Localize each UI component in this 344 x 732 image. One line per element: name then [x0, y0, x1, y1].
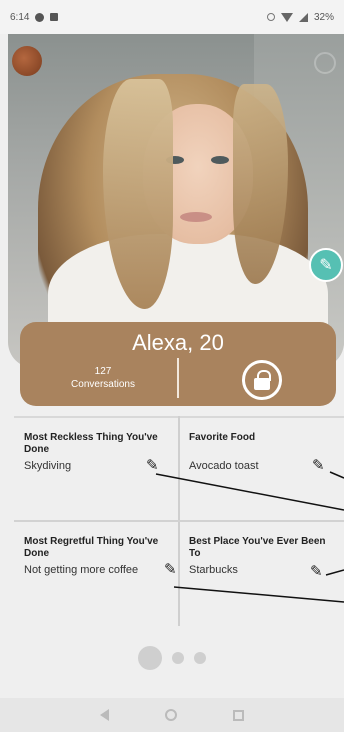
pencil-icon[interactable]: ✎: [312, 456, 325, 474]
lock-icon: [254, 378, 270, 390]
qa-answer: Not getting more coffee: [24, 564, 139, 576]
photo-eye-right: [211, 156, 229, 164]
message-icon: [50, 13, 59, 21]
qa-question: Most Regretful Thing You've Done: [24, 536, 159, 559]
home-icon[interactable]: [165, 709, 177, 721]
pencil-icon[interactable]: ✎: [146, 456, 159, 474]
pencil-icon[interactable]: ✎: [310, 562, 323, 580]
status-bar: 6:14 32%: [0, 0, 344, 34]
conversations-count: 127: [94, 366, 112, 377]
edit-photo-icon: ✎: [319, 257, 333, 274]
qa-item-regretful[interactable]: Most Regretful Thing You've Done Not get…: [24, 536, 174, 576]
battery-level: 32%: [313, 11, 334, 23]
pencil-icon[interactable]: ✎: [164, 560, 177, 578]
page-dot[interactable]: [172, 652, 184, 664]
qa-question: Favorite Food: [189, 432, 256, 443]
signal-icon: [298, 12, 308, 22]
alarm-icon: [266, 13, 275, 21]
grid-divider-horizontal: [14, 520, 344, 522]
recent-apps-icon[interactable]: [233, 709, 244, 721]
qa-question: Most Reckless Thing You've Done: [24, 432, 158, 455]
profile-name: Alexa, 20: [132, 330, 224, 355]
logo-badge-icon[interactable]: [12, 46, 42, 76]
wifi-icon: [280, 12, 293, 22]
conversations-label: Conversations: [71, 379, 135, 390]
qa-grid: Most Reckless Thing You've Done Skydivin…: [14, 416, 344, 626]
profile-card: Alexa, 20 127 Conversations: [20, 322, 336, 406]
settings-icon[interactable]: [314, 52, 336, 74]
page-dot-active[interactable]: [138, 646, 162, 670]
qa-question: Best Place You've Ever Been To: [189, 536, 326, 559]
edit-photo-button[interactable]: ✎: [309, 248, 343, 282]
profile-photo[interactable]: [8, 34, 344, 368]
card-divider: [177, 358, 179, 398]
photo-lips: [180, 212, 212, 222]
page-indicator: [0, 646, 344, 670]
page-dot[interactable]: [194, 652, 206, 664]
system-nav-bar: [0, 698, 344, 732]
status-time: 6:14: [10, 11, 30, 23]
notification-icon: [35, 12, 45, 22]
back-icon[interactable]: [100, 709, 109, 721]
lock-button[interactable]: [242, 360, 282, 400]
